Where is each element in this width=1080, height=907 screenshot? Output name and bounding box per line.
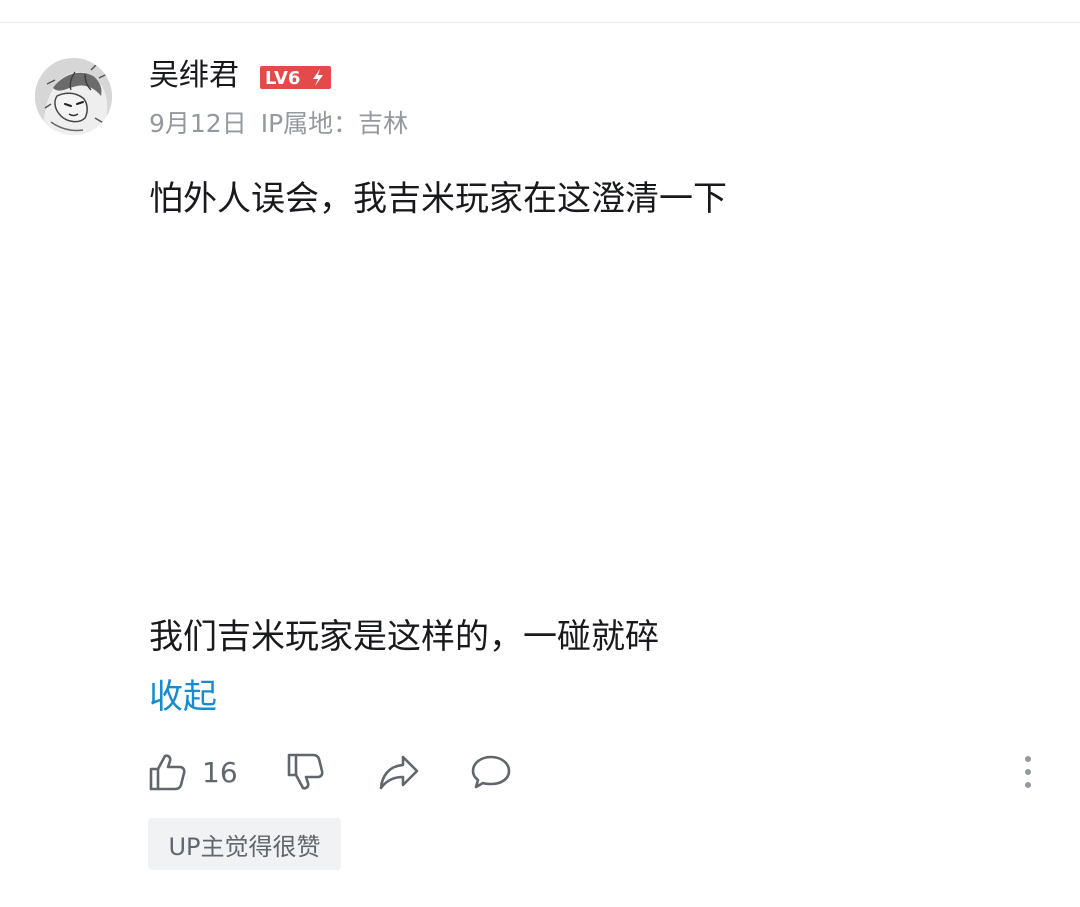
- dislike-button[interactable]: [284, 748, 326, 796]
- thumbs-down-icon: [287, 753, 324, 790]
- level-badge: LV6: [260, 66, 331, 89]
- like-button[interactable]: 16: [146, 748, 238, 796]
- level-text: LV6: [265, 68, 300, 89]
- comment-meta: 9月12日 IP属地：吉林: [149, 108, 408, 140]
- reply-button[interactable]: [469, 748, 513, 796]
- sketch-avatar-icon: [35, 58, 112, 135]
- comment-text-line-2: 我们吉米玩家是这样的，一碰就碎: [149, 617, 659, 657]
- collapse-link[interactable]: 收起: [149, 674, 217, 720]
- top-divider: [0, 22, 1080, 23]
- thumbs-up-icon: [149, 754, 186, 791]
- level-6-icon: LV6: [260, 66, 331, 89]
- up-liked-tag: UP主觉得很赞: [148, 818, 341, 870]
- share-button[interactable]: [377, 748, 421, 796]
- comment-text-line-1: 怕外人误会，我吉米玩家在这澄清一下: [149, 179, 727, 219]
- ip-location: IP属地：吉林: [260, 109, 409, 138]
- comment-date: 9月12日: [149, 109, 247, 138]
- comment-bubble-icon: [471, 755, 511, 789]
- more-button[interactable]: [1012, 748, 1044, 796]
- author-name[interactable]: 吴绯君: [149, 56, 239, 96]
- share-icon: [379, 755, 419, 790]
- like-count: 16: [202, 755, 238, 789]
- avatar[interactable]: [35, 58, 112, 135]
- more-vertical-icon: [1025, 756, 1031, 788]
